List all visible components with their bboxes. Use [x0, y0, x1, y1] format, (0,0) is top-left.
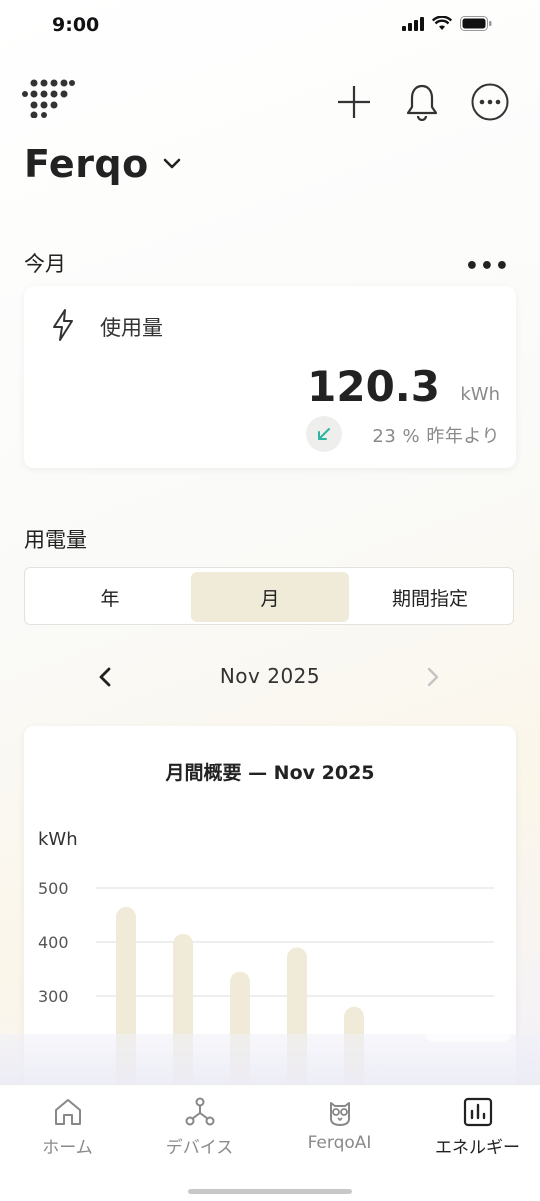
- usage-label: 使用量: [100, 316, 163, 340]
- tab-devices[interactable]: デバイス: [132, 1097, 267, 1158]
- plus-icon: [338, 86, 370, 118]
- usage-value: 120.3: [307, 362, 440, 411]
- consumption-label: 用電量: [24, 528, 87, 552]
- bar-chart-icon: [463, 1097, 492, 1127]
- y-axis-unit: kWh: [38, 829, 78, 850]
- battery-icon: [460, 16, 492, 31]
- home-selector[interactable]: Ferqo: [24, 142, 181, 186]
- ferqo-logo-icon: [22, 79, 75, 118]
- tab-devices-label: デバイス: [165, 1138, 234, 1158]
- section-more-icon[interactable]: •••: [465, 254, 510, 279]
- current-period-label: Nov 2025: [219, 664, 321, 688]
- tab-ferqoai-label: FerqoAI: [307, 1133, 372, 1153]
- more-options-button[interactable]: [470, 82, 510, 122]
- add-button[interactable]: [334, 82, 374, 122]
- home-icon: [54, 1099, 81, 1125]
- status-icons: [402, 16, 492, 31]
- tab-bar: ホーム デバイス FerqoAI エネルギー: [0, 1084, 540, 1201]
- floating-pill: [426, 1028, 510, 1042]
- home-indicator: [188, 1189, 352, 1194]
- y-tick-label: 300: [38, 987, 69, 1006]
- signal-icon: [402, 16, 424, 31]
- tab-custom-range[interactable]: 期間指定: [349, 572, 511, 622]
- tab-energy-label: エネルギー: [435, 1138, 520, 1158]
- page-title: Ferqo: [24, 142, 149, 186]
- tab-month[interactable]: 月: [191, 572, 349, 622]
- owl-ai-icon: [329, 1102, 350, 1126]
- notifications-button[interactable]: [402, 82, 442, 122]
- devices-network-icon: [185, 1097, 214, 1126]
- next-month-button[interactable]: [426, 666, 440, 688]
- trend-badge: [306, 416, 342, 452]
- y-tick-label: 500: [38, 879, 69, 898]
- bell-icon: [406, 84, 438, 121]
- this-month-label: 今月: [24, 252, 66, 276]
- more-circle-icon: [471, 83, 509, 121]
- tab-home-label: ホーム: [42, 1138, 93, 1158]
- lightning-icon: [53, 309, 73, 341]
- chevron-down-icon: [163, 158, 181, 169]
- tab-ferqoai[interactable]: FerqoAI: [272, 1097, 407, 1153]
- status-time: 9:00: [52, 14, 100, 36]
- usage-unit: kWh: [460, 384, 500, 405]
- y-tick-label: 400: [38, 933, 69, 952]
- period-segmented-control: 年 月 期間指定: [24, 567, 514, 625]
- tab-year[interactable]: 年: [29, 572, 191, 622]
- comparison-text: 23 % 昨年より: [372, 426, 500, 447]
- wifi-icon: [432, 16, 452, 30]
- tab-home[interactable]: ホーム: [0, 1097, 135, 1158]
- arrow-down-left-icon: [318, 428, 330, 440]
- usage-card: 使用量 120.3 kWh 23 % 昨年より: [24, 286, 516, 468]
- tab-energy[interactable]: エネルギー: [410, 1097, 540, 1158]
